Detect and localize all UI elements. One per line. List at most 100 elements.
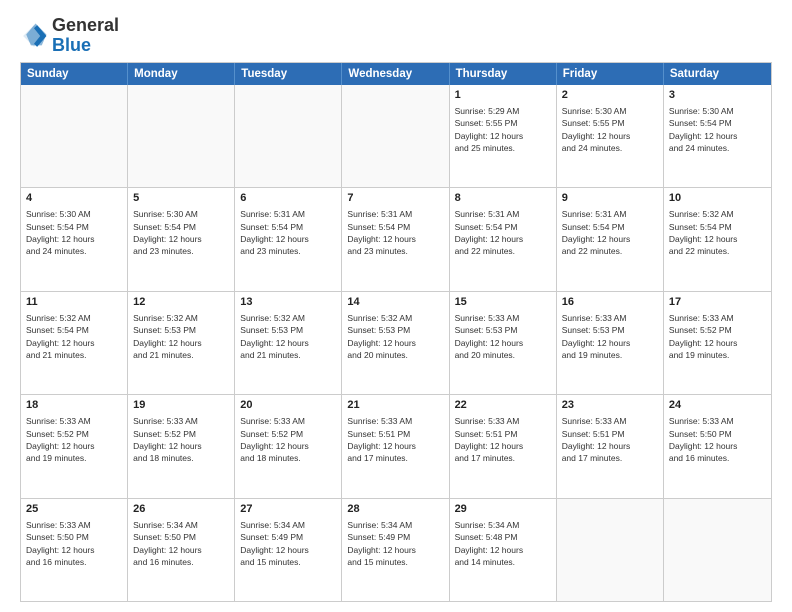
day-number: 2 bbox=[562, 88, 658, 103]
calendar-day-15: 15 Sunrise: 5:33 AM Sunset: 5:53 PM Dayli… bbox=[450, 292, 557, 394]
day-number: 19 bbox=[133, 398, 229, 413]
day-header-monday: Monday bbox=[128, 63, 235, 85]
day-info: Sunrise: 5:31 AM Sunset: 5:54 PM Dayligh… bbox=[240, 208, 336, 257]
day-info: Sunrise: 5:30 AM Sunset: 5:54 PM Dayligh… bbox=[133, 208, 229, 257]
calendar-week-4: 18 Sunrise: 5:33 AM Sunset: 5:52 PM Dayli… bbox=[21, 394, 771, 497]
calendar-day-22: 22 Sunrise: 5:33 AM Sunset: 5:51 PM Dayli… bbox=[450, 395, 557, 497]
day-info: Sunrise: 5:33 AM Sunset: 5:52 PM Dayligh… bbox=[26, 415, 122, 464]
calendar-day-3: 3Sunrise: 5:30 AM Sunset: 5:54 PM Daylig… bbox=[664, 85, 771, 187]
calendar-empty-cell bbox=[664, 499, 771, 601]
day-info: Sunrise: 5:33 AM Sunset: 5:53 PM Dayligh… bbox=[562, 312, 658, 361]
day-info: Sunrise: 5:33 AM Sunset: 5:51 PM Dayligh… bbox=[455, 415, 551, 464]
day-header-tuesday: Tuesday bbox=[235, 63, 342, 85]
day-number: 10 bbox=[669, 191, 766, 206]
page: General Blue SundayMondayTuesdayWednesda… bbox=[0, 0, 792, 612]
calendar-day-5: 5 Sunrise: 5:30 AM Sunset: 5:54 PM Daylig… bbox=[128, 188, 235, 290]
day-number: 16 bbox=[562, 295, 658, 310]
day-number: 4 bbox=[26, 191, 122, 206]
day-number: 27 bbox=[240, 502, 336, 517]
calendar-day-8: 8 Sunrise: 5:31 AM Sunset: 5:54 PM Daylig… bbox=[450, 188, 557, 290]
calendar-empty-cell bbox=[235, 85, 342, 187]
day-number: 21 bbox=[347, 398, 443, 413]
logo: General Blue bbox=[20, 16, 119, 56]
day-number: 14 bbox=[347, 295, 443, 310]
calendar: SundayMondayTuesdayWednesdayThursdayFrid… bbox=[20, 62, 772, 602]
day-number: 6 bbox=[240, 191, 336, 206]
calendar-day-1: 1Sunrise: 5:29 AM Sunset: 5:55 PM Daylig… bbox=[450, 85, 557, 187]
day-info: Sunrise: 5:32 AM Sunset: 5:54 PM Dayligh… bbox=[26, 312, 122, 361]
calendar-day-2: 2 Sunrise: 5:30 AM Sunset: 5:55 PM Daylig… bbox=[557, 85, 664, 187]
day-info: Sunrise: 5:30 AM Sunset: 5:55 PM Dayligh… bbox=[562, 105, 658, 154]
day-number: 8 bbox=[455, 191, 551, 206]
day-info: Sunrise: 5:33 AM Sunset: 5:53 PM Dayligh… bbox=[455, 312, 551, 361]
calendar-day-24: 24 Sunrise: 5:33 AM Sunset: 5:50 PM Dayli… bbox=[664, 395, 771, 497]
calendar-empty-cell bbox=[342, 85, 449, 187]
day-info: Sunrise: 5:33 AM Sunset: 5:51 PM Dayligh… bbox=[562, 415, 658, 464]
calendar-empty-cell bbox=[557, 499, 664, 601]
day-info: Sunrise: 5:32 AM Sunset: 5:53 PM Dayligh… bbox=[133, 312, 229, 361]
day-number: 29 bbox=[455, 502, 551, 517]
calendar-week-3: 11 Sunrise: 5:32 AM Sunset: 5:54 PM Dayli… bbox=[21, 291, 771, 394]
day-number: 28 bbox=[347, 502, 443, 517]
calendar-day-23: 23Sunrise: 5:33 AM Sunset: 5:51 PM Dayli… bbox=[557, 395, 664, 497]
calendar-day-16: 16 Sunrise: 5:33 AM Sunset: 5:53 PM Dayli… bbox=[557, 292, 664, 394]
day-number: 18 bbox=[26, 398, 122, 413]
calendar-day-28: 28 Sunrise: 5:34 AM Sunset: 5:49 PM Dayli… bbox=[342, 499, 449, 601]
calendar-day-14: 14 Sunrise: 5:32 AM Sunset: 5:53 PM Dayli… bbox=[342, 292, 449, 394]
day-info: Sunrise: 5:34 AM Sunset: 5:48 PM Dayligh… bbox=[455, 519, 551, 568]
day-info: Sunrise: 5:30 AM Sunset: 5:54 PM Dayligh… bbox=[669, 105, 766, 154]
day-info: Sunrise: 5:34 AM Sunset: 5:50 PM Dayligh… bbox=[133, 519, 229, 568]
day-info: Sunrise: 5:33 AM Sunset: 5:50 PM Dayligh… bbox=[26, 519, 122, 568]
calendar-day-26: 26 Sunrise: 5:34 AM Sunset: 5:50 PM Dayli… bbox=[128, 499, 235, 601]
day-number: 17 bbox=[669, 295, 766, 310]
calendar-week-5: 25 Sunrise: 5:33 AM Sunset: 5:50 PM Dayli… bbox=[21, 498, 771, 601]
calendar-day-17: 17 Sunrise: 5:33 AM Sunset: 5:52 PM Dayli… bbox=[664, 292, 771, 394]
day-info: Sunrise: 5:33 AM Sunset: 5:51 PM Dayligh… bbox=[347, 415, 443, 464]
day-number: 12 bbox=[133, 295, 229, 310]
day-number: 9 bbox=[562, 191, 658, 206]
day-header-saturday: Saturday bbox=[664, 63, 771, 85]
calendar-day-11: 11 Sunrise: 5:32 AM Sunset: 5:54 PM Dayli… bbox=[21, 292, 128, 394]
calendar-day-6: 6 Sunrise: 5:31 AM Sunset: 5:54 PM Daylig… bbox=[235, 188, 342, 290]
day-info: Sunrise: 5:33 AM Sunset: 5:50 PM Dayligh… bbox=[669, 415, 766, 464]
header: General Blue bbox=[20, 16, 772, 56]
day-number: 20 bbox=[240, 398, 336, 413]
calendar-day-19: 19Sunrise: 5:33 AM Sunset: 5:52 PM Dayli… bbox=[128, 395, 235, 497]
calendar-day-10: 10 Sunrise: 5:32 AM Sunset: 5:54 PM Dayli… bbox=[664, 188, 771, 290]
day-header-thursday: Thursday bbox=[450, 63, 557, 85]
calendar-body: 1Sunrise: 5:29 AM Sunset: 5:55 PM Daylig… bbox=[21, 85, 771, 601]
day-number: 11 bbox=[26, 295, 122, 310]
calendar-day-20: 20 Sunrise: 5:33 AM Sunset: 5:52 PM Dayli… bbox=[235, 395, 342, 497]
day-info: Sunrise: 5:33 AM Sunset: 5:52 PM Dayligh… bbox=[669, 312, 766, 361]
day-info: Sunrise: 5:31 AM Sunset: 5:54 PM Dayligh… bbox=[347, 208, 443, 257]
day-number: 24 bbox=[669, 398, 766, 413]
day-info: Sunrise: 5:32 AM Sunset: 5:54 PM Dayligh… bbox=[669, 208, 766, 257]
calendar-day-12: 12 Sunrise: 5:32 AM Sunset: 5:53 PM Dayli… bbox=[128, 292, 235, 394]
day-number: 26 bbox=[133, 502, 229, 517]
calendar-day-9: 9Sunrise: 5:31 AM Sunset: 5:54 PM Daylig… bbox=[557, 188, 664, 290]
day-info: Sunrise: 5:31 AM Sunset: 5:54 PM Dayligh… bbox=[455, 208, 551, 257]
day-number: 1 bbox=[455, 88, 551, 103]
day-info: Sunrise: 5:34 AM Sunset: 5:49 PM Dayligh… bbox=[240, 519, 336, 568]
day-number: 7 bbox=[347, 191, 443, 206]
day-info: Sunrise: 5:33 AM Sunset: 5:52 PM Dayligh… bbox=[240, 415, 336, 464]
calendar-header: SundayMondayTuesdayWednesdayThursdayFrid… bbox=[21, 63, 771, 85]
calendar-day-27: 27 Sunrise: 5:34 AM Sunset: 5:49 PM Dayli… bbox=[235, 499, 342, 601]
calendar-week-1: 1Sunrise: 5:29 AM Sunset: 5:55 PM Daylig… bbox=[21, 85, 771, 187]
calendar-day-21: 21 Sunrise: 5:33 AM Sunset: 5:51 PM Dayli… bbox=[342, 395, 449, 497]
day-info: Sunrise: 5:32 AM Sunset: 5:53 PM Dayligh… bbox=[240, 312, 336, 361]
calendar-day-4: 4 Sunrise: 5:30 AM Sunset: 5:54 PM Daylig… bbox=[21, 188, 128, 290]
day-number: 13 bbox=[240, 295, 336, 310]
calendar-empty-cell bbox=[128, 85, 235, 187]
day-info: Sunrise: 5:34 AM Sunset: 5:49 PM Dayligh… bbox=[347, 519, 443, 568]
day-number: 5 bbox=[133, 191, 229, 206]
day-info: Sunrise: 5:30 AM Sunset: 5:54 PM Dayligh… bbox=[26, 208, 122, 257]
calendar-day-25: 25 Sunrise: 5:33 AM Sunset: 5:50 PM Dayli… bbox=[21, 499, 128, 601]
logo-icon bbox=[20, 22, 48, 50]
day-number: 22 bbox=[455, 398, 551, 413]
day-header-friday: Friday bbox=[557, 63, 664, 85]
day-info: Sunrise: 5:32 AM Sunset: 5:53 PM Dayligh… bbox=[347, 312, 443, 361]
day-number: 15 bbox=[455, 295, 551, 310]
day-header-sunday: Sunday bbox=[21, 63, 128, 85]
day-number: 25 bbox=[26, 502, 122, 517]
